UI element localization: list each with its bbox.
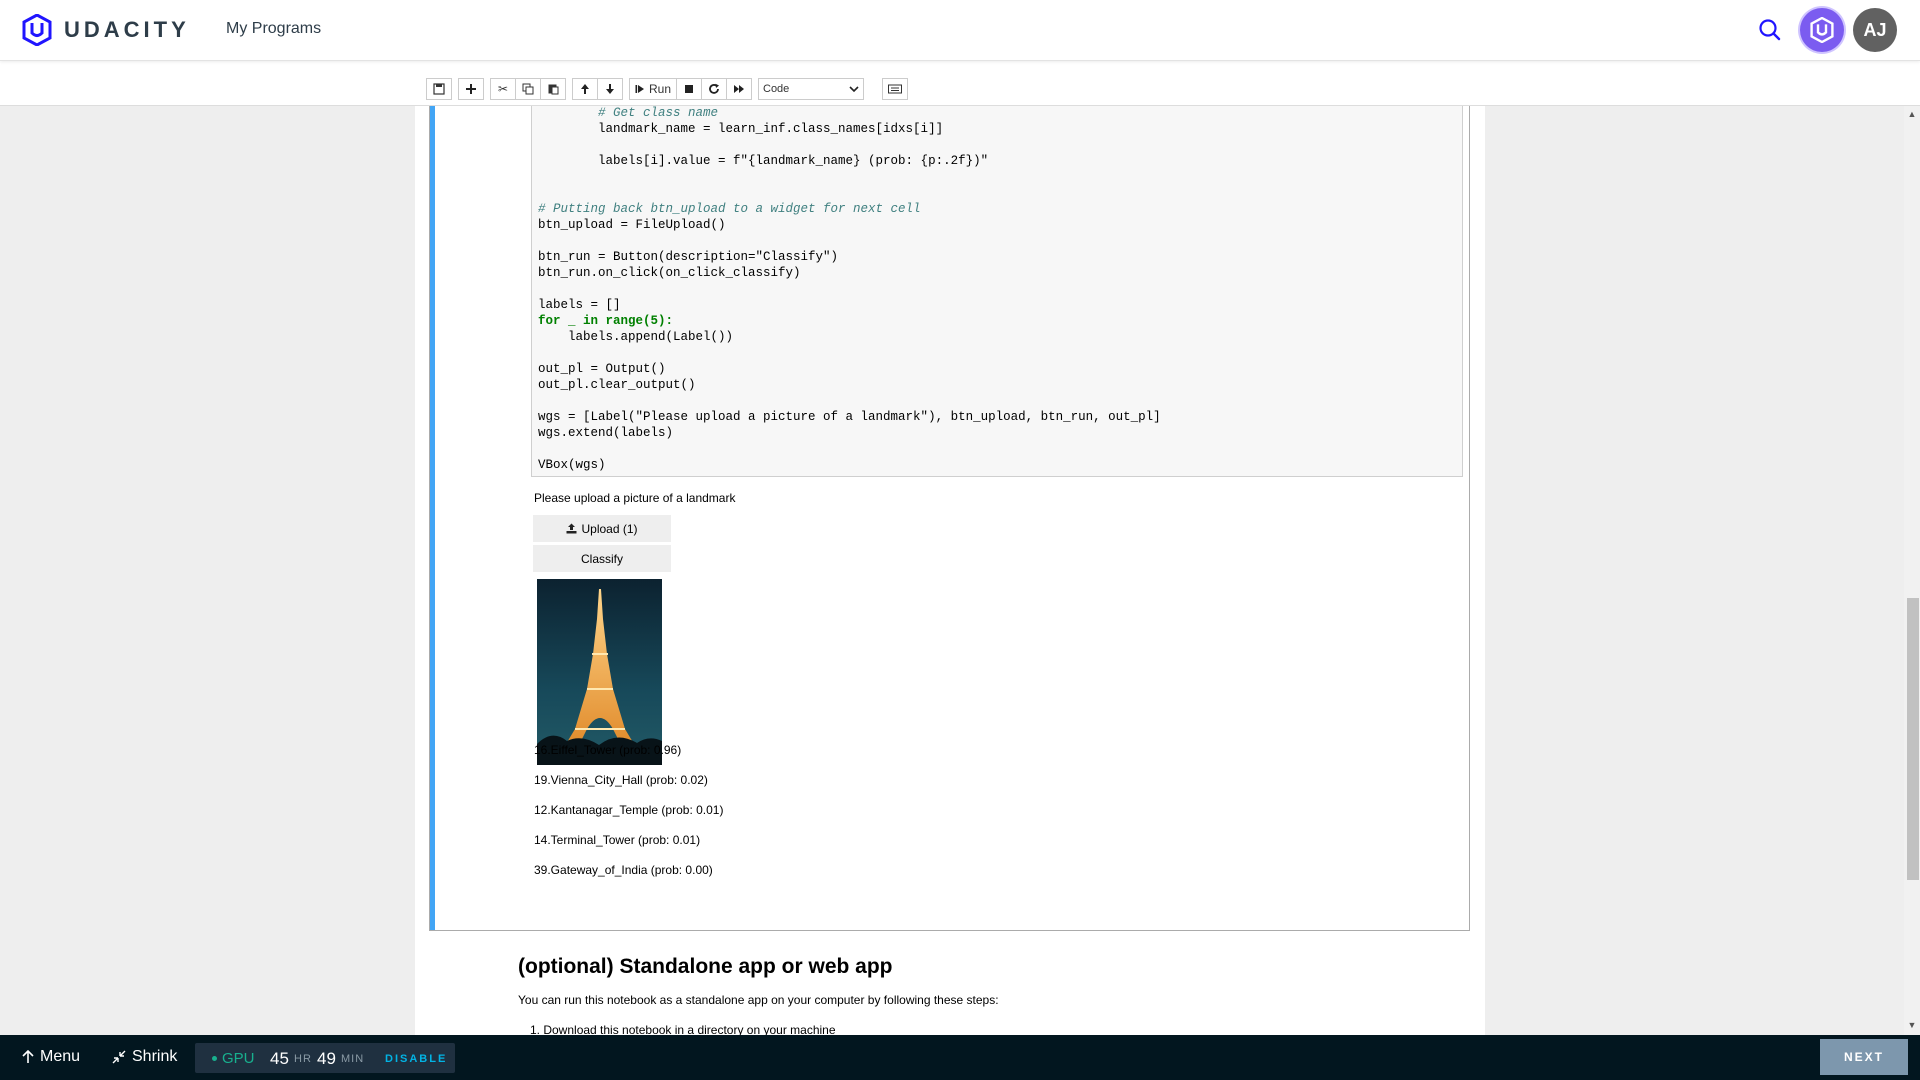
add-cell-icon[interactable] (458, 78, 484, 100)
gpu-active-indicator (212, 1056, 217, 1061)
code-line: btn_upload = FileUpload() (538, 218, 726, 232)
code-block: # Get class name landmark_name = learn_i… (532, 105, 1462, 473)
udacity-logo[interactable]: UDACITY (22, 14, 190, 46)
udacity-logo-icon (22, 14, 52, 46)
next-button[interactable]: NEXT (1820, 1039, 1908, 1075)
code-cell-selected[interactable]: # Get class name landmark_name = learn_i… (429, 105, 1470, 931)
prediction-label: 12.Kantanagar_Temple (prob: 0.01) (534, 803, 724, 817)
classify-button-label: Classify (580, 551, 623, 566)
scroll-down-icon[interactable]: ▼ (1904, 1018, 1920, 1032)
code-line: out_pl.clear_output() (538, 378, 696, 392)
cut-icon[interactable]: ✂ (490, 78, 516, 100)
gpu-hours: 45 (270, 1049, 289, 1068)
run-button[interactable]: Run (629, 78, 677, 100)
gpu-minutes: 49 (317, 1049, 336, 1068)
shrink-icon (112, 1050, 126, 1064)
markdown-heading: (optional) Standalone app or web app (518, 955, 893, 978)
bottom-bar: Menu Shrink GPU 45 HR 49 MIN DISABLE NEX… (0, 1035, 1920, 1080)
cell-type-select[interactable]: Code (758, 78, 864, 100)
brand-badge-icon[interactable] (1800, 8, 1844, 52)
gpu-hours-unit: HR (294, 1053, 312, 1065)
logo-text: UDACITY (64, 17, 190, 42)
notebook-page: # Get class name landmark_name = learn_i… (415, 105, 1485, 1037)
gpu-status-panel: GPU 45 HR 49 MIN DISABLE (195, 1043, 455, 1073)
gpu-label: GPU (222, 1050, 255, 1067)
restart-run-all-icon[interactable] (726, 78, 752, 100)
code-line: wgs.extend(labels) (538, 426, 674, 440)
menu-label: Menu (40, 1048, 81, 1065)
stop-icon[interactable] (676, 78, 702, 100)
menu-button[interactable]: Menu (22, 1048, 80, 1066)
code-line: labels = [] (538, 298, 621, 312)
code-line: # Get class name (538, 106, 719, 120)
upload-prompt-label: Please upload a picture of a landmark (534, 491, 736, 505)
markdown-paragraph: You can run this notebook as a standalon… (518, 993, 999, 1007)
page-scrollbar[interactable]: ▲ ▼ (1904, 105, 1920, 1035)
user-avatar[interactable]: AJ (1853, 8, 1897, 52)
prediction-label: 14.Terminal_Tower (prob: 0.01) (534, 833, 701, 847)
save-icon[interactable] (426, 78, 452, 100)
paste-icon[interactable] (540, 78, 566, 100)
code-line: labels.append(Label()) (538, 330, 734, 344)
prediction-label: 16.Eiffel_Tower (prob: 0.96) (534, 743, 682, 757)
code-line: btn_run = Button(description="Classify") (538, 250, 839, 264)
restart-icon[interactable] (701, 78, 727, 100)
cell-selection-indicator (430, 105, 435, 930)
shrink-label: Shrink (132, 1048, 178, 1065)
prediction-label: 19.Vienna_City_Hall (prob: 0.02) (534, 773, 708, 787)
scrollbar-thumb[interactable] (1907, 598, 1919, 880)
upload-icon (566, 523, 577, 534)
my-programs-link[interactable]: My Programs (226, 20, 321, 38)
shrink-button[interactable]: Shrink (112, 1048, 177, 1066)
keyboard-icon[interactable] (882, 78, 908, 100)
move-up-icon[interactable] (572, 78, 598, 100)
copy-icon[interactable] (515, 78, 541, 100)
upload-button[interactable]: Upload (1) (533, 515, 671, 542)
upload-button-label: Upload (1) (581, 521, 638, 536)
code-line: landmark_name = learn_inf.class_names[id… (538, 122, 944, 136)
notebook-toolbar: ✂ Run Code (426, 77, 908, 101)
classify-button[interactable]: Classify (533, 545, 671, 572)
prediction-label: 39.Gateway_of_India (prob: 0.00) (534, 863, 713, 877)
uploaded-landmark-image (537, 579, 662, 765)
move-down-icon[interactable] (597, 78, 623, 100)
top-navbar: UDACITY My Programs AJ (0, 0, 1920, 61)
chevron-down-icon (849, 86, 859, 93)
step-forward-icon (635, 85, 644, 93)
arrow-up-icon (22, 1050, 34, 1063)
gpu-disable-button[interactable]: DISABLE (385, 1053, 447, 1065)
gpu-minutes-unit: MIN (341, 1053, 365, 1065)
code-line: btn_run.on_click(on_click_classify) (538, 266, 801, 280)
cell-type-value: Code (763, 83, 790, 95)
search-icon[interactable] (1756, 16, 1784, 44)
code-line: # Putting back btn_upload to a widget fo… (538, 202, 921, 216)
scroll-up-icon[interactable]: ▲ (1904, 107, 1920, 121)
notebook-toolbar-strip: ✂ Run Code (0, 61, 1920, 106)
code-line: out_pl = Output() (538, 362, 666, 376)
code-editor[interactable]: # Get class name landmark_name = learn_i… (531, 105, 1463, 477)
code-line: for _ in range(5): (538, 314, 674, 328)
run-label: Run (648, 82, 671, 96)
code-line: VBox(wgs) (538, 458, 606, 472)
code-line: wgs = [Label("Please upload a picture of… (538, 410, 1161, 424)
code-line: labels[i].value = f"{landmark_name} (pro… (538, 154, 989, 168)
